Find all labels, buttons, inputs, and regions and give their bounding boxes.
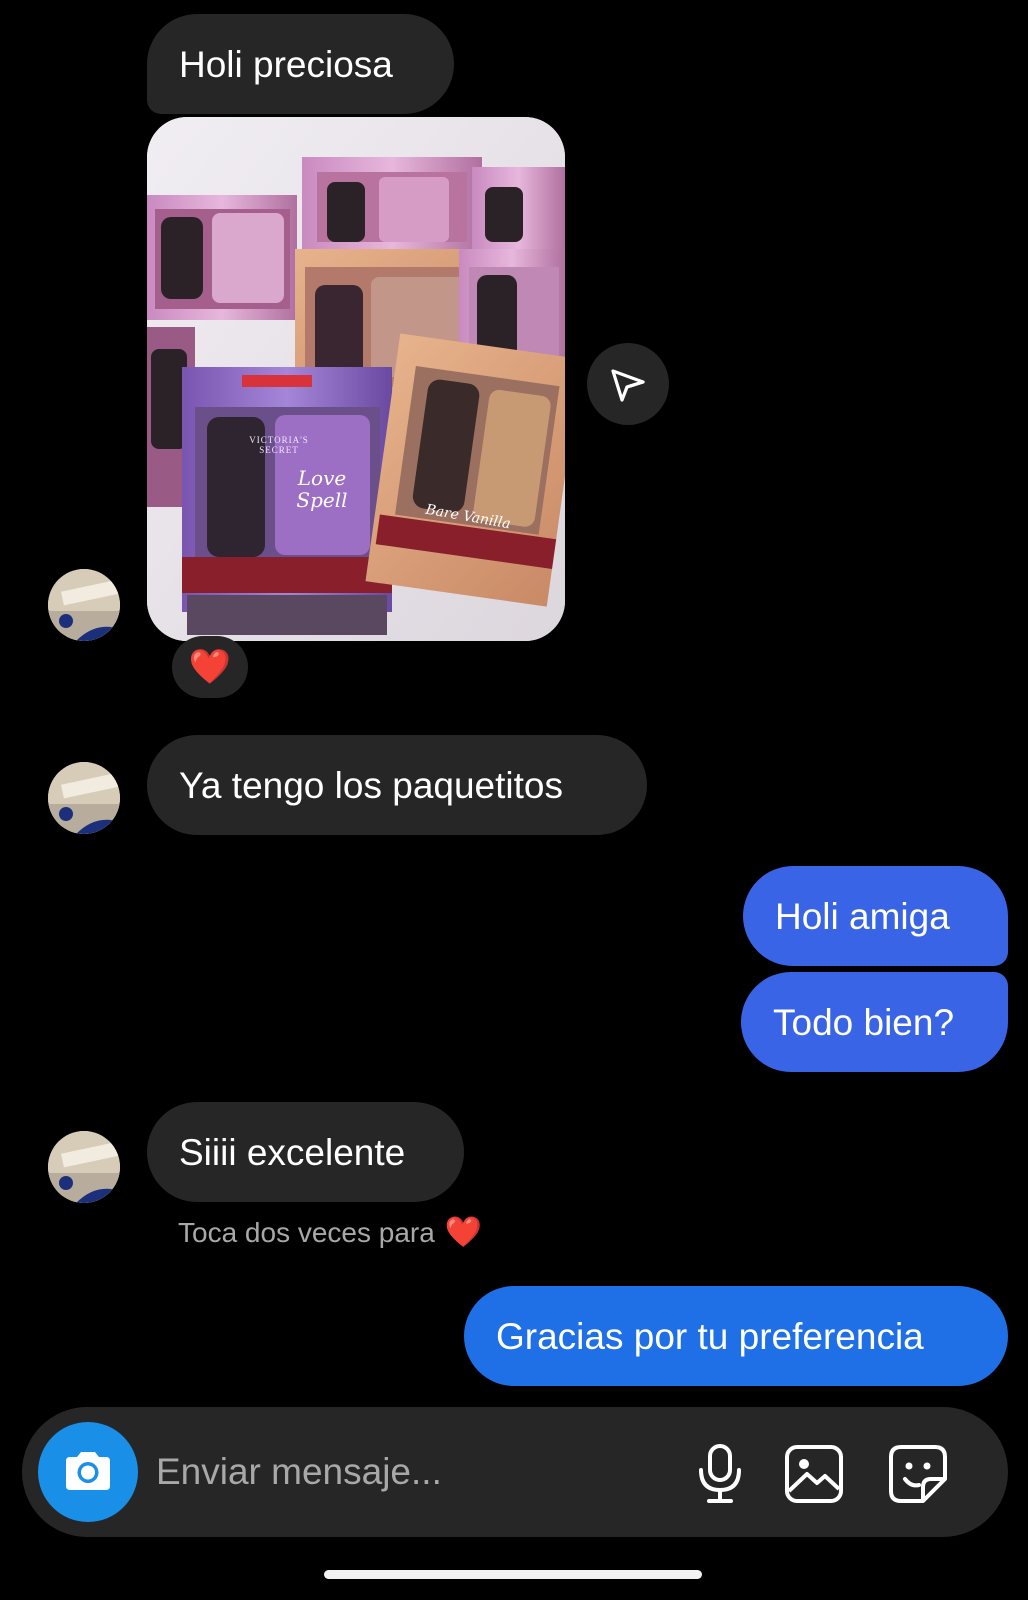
shared-photo[interactable]: VICTORIA'S SECRET Love Spell Bare Vanill…	[147, 117, 565, 641]
outgoing-message[interactable]: Gracias por tu preferencia	[464, 1286, 1008, 1386]
share-button[interactable]	[587, 343, 669, 425]
incoming-message[interactable]: Ya tengo los paquetitos	[147, 735, 647, 835]
message-text: Gracias por tu preferencia	[496, 1315, 924, 1357]
message-input[interactable]	[156, 1442, 656, 1502]
message-text: Todo bien?	[773, 1001, 955, 1043]
avatar-image	[48, 762, 120, 834]
microphone-icon	[699, 1444, 741, 1503]
heart-icon: ❤️	[444, 1216, 483, 1249]
message-text: Holi preciosa	[179, 43, 393, 85]
sticker-button[interactable]	[886, 1442, 950, 1506]
send-arrow-icon	[611, 369, 645, 402]
gallery-button[interactable]	[782, 1442, 846, 1506]
avatar-image	[48, 569, 120, 641]
photo-image	[147, 117, 565, 641]
double-tap-hint: Toca dos veces para ❤️	[178, 1217, 482, 1249]
incoming-message[interactable]: Siiii excelente	[147, 1102, 464, 1202]
avatar-image	[48, 1131, 120, 1203]
product-label-love-spell: Love Spell	[296, 466, 348, 512]
message-text: Ya tengo los paquetitos	[179, 764, 563, 806]
camera-icon	[66, 1452, 110, 1490]
outgoing-message[interactable]: Holi amiga	[743, 866, 1008, 966]
message-composer	[22, 1407, 1008, 1537]
message-text: Holi amiga	[775, 895, 950, 937]
message-reaction[interactable]: ❤️	[172, 636, 248, 698]
camera-button[interactable]	[38, 1422, 138, 1522]
sticker-icon	[889, 1445, 947, 1503]
avatar[interactable]	[48, 1131, 120, 1203]
product-label-brand: VICTORIA'S SECRET	[249, 435, 309, 455]
outgoing-message[interactable]: Todo bien?	[741, 972, 1008, 1072]
hint-text: Toca dos veces para	[178, 1217, 435, 1248]
avatar[interactable]	[48, 569, 120, 641]
home-indicator[interactable]	[324, 1570, 702, 1579]
heart-icon: ❤️	[188, 648, 232, 686]
incoming-message[interactable]: Holi preciosa	[147, 14, 454, 114]
avatar[interactable]	[48, 762, 120, 834]
message-text: Siiii excelente	[179, 1131, 406, 1173]
gallery-icon	[785, 1445, 843, 1503]
microphone-button[interactable]	[688, 1442, 752, 1506]
